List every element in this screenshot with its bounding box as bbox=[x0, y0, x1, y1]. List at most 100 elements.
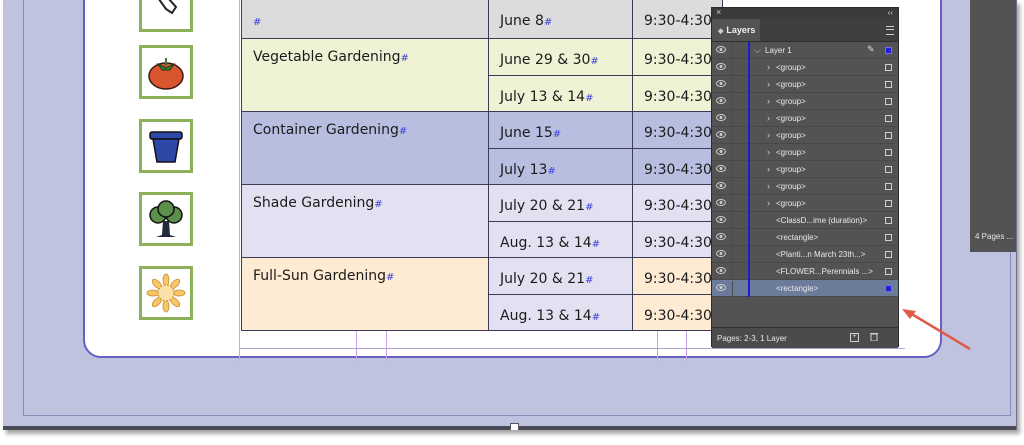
lock-toggle[interactable] bbox=[732, 264, 733, 279]
time-cell[interactable]: 9:30-4:30 bbox=[633, 149, 723, 185]
layer-item[interactable]: <rectangle> bbox=[712, 229, 898, 246]
eye-icon[interactable] bbox=[716, 283, 726, 292]
chevron-down-icon[interactable]: ⌵ bbox=[754, 45, 761, 56]
eye-icon[interactable] bbox=[716, 164, 726, 173]
icon-frame[interactable] bbox=[139, 266, 193, 320]
selection-indicator[interactable] bbox=[885, 115, 892, 122]
date-cell[interactable]: June 15# bbox=[489, 112, 633, 149]
time-cell[interactable]: 9:30-4:30 bbox=[633, 39, 723, 76]
layer-item[interactable]: <ClassD...ime (duration)> bbox=[712, 212, 898, 229]
selection-indicator[interactable] bbox=[885, 81, 892, 88]
selection-indicator[interactable] bbox=[885, 132, 892, 139]
layer-item[interactable]: › <group> bbox=[712, 76, 898, 93]
lock-toggle[interactable] bbox=[732, 145, 733, 160]
eye-icon[interactable] bbox=[716, 113, 726, 122]
layer-item[interactable]: › <group> bbox=[712, 161, 898, 178]
eye-icon[interactable] bbox=[716, 45, 726, 54]
panel-menu-icon[interactable] bbox=[886, 26, 894, 35]
eye-icon[interactable] bbox=[716, 147, 726, 156]
lock-toggle[interactable] bbox=[732, 128, 733, 143]
date-cell[interactable]: Aug. 13 & 14# bbox=[489, 222, 633, 258]
time-cell[interactable]: 9:30-4:30 bbox=[633, 112, 723, 149]
chevron-right-icon[interactable]: › bbox=[767, 79, 770, 89]
chevron-right-icon[interactable]: › bbox=[767, 130, 770, 140]
chevron-right-icon[interactable]: › bbox=[767, 181, 770, 191]
icon-frame[interactable] bbox=[139, 119, 193, 173]
new-layer-icon[interactable]: + bbox=[850, 333, 859, 342]
eye-icon[interactable] bbox=[716, 198, 726, 207]
layer-row[interactable]: ⌵ Layer 1 ✎ bbox=[712, 42, 898, 59]
time-cell[interactable]: 9:30-4:30 bbox=[633, 258, 723, 295]
lock-toggle[interactable] bbox=[732, 111, 733, 126]
lock-toggle[interactable] bbox=[732, 60, 733, 75]
selection-indicator[interactable] bbox=[885, 200, 892, 207]
selection-indicator[interactable] bbox=[885, 268, 892, 275]
lock-toggle[interactable] bbox=[732, 247, 733, 262]
tab-layers[interactable]: ◆ Layers bbox=[712, 19, 760, 41]
layer-item-selected[interactable]: <rectangle> bbox=[712, 280, 898, 297]
layers-panel[interactable]: × ‹‹ ◆ Layers ⌵ Layer 1 ✎ › <group> › <grou… bbox=[711, 7, 899, 348]
layer-item[interactable]: › <group> bbox=[712, 110, 898, 127]
chevron-right-icon[interactable]: › bbox=[767, 198, 770, 208]
date-cell[interactable]: June 8# bbox=[489, 0, 633, 39]
time-cell[interactable]: 9:30-4:30 bbox=[633, 295, 723, 331]
icon-frame[interactable] bbox=[139, 192, 193, 246]
layer-item[interactable]: › <group> bbox=[712, 59, 898, 76]
eye-icon[interactable] bbox=[716, 96, 726, 105]
panel-title-bar[interactable]: × ‹‹ bbox=[712, 7, 898, 19]
chevron-right-icon[interactable]: › bbox=[767, 147, 770, 157]
time-cell[interactable]: 9:30-4:30 bbox=[633, 0, 723, 39]
trash-icon[interactable] bbox=[870, 332, 878, 341]
date-cell[interactable]: July 20 & 21# bbox=[489, 258, 633, 295]
date-cell[interactable]: July 13# bbox=[489, 149, 633, 185]
layer-item[interactable]: › <group> bbox=[712, 195, 898, 212]
collapse-icon[interactable]: ‹‹ bbox=[888, 8, 893, 17]
time-cell[interactable]: 9:30-4:30 bbox=[633, 185, 723, 222]
date-cell[interactable]: July 13 & 14# bbox=[489, 76, 633, 112]
icon-frame[interactable] bbox=[139, 45, 193, 99]
class-name-cell[interactable]: Container Gardening# bbox=[241, 112, 489, 185]
chevron-right-icon[interactable]: › bbox=[767, 62, 770, 72]
pages-panel[interactable]: 4 Pages ... bbox=[970, 0, 1016, 252]
layer-item[interactable]: › <group> bbox=[712, 178, 898, 195]
layer-item[interactable]: › <group> bbox=[712, 93, 898, 110]
time-cell[interactable]: 9:30-4:30 bbox=[633, 76, 723, 112]
selection-indicator[interactable] bbox=[885, 149, 892, 156]
class-name-cell[interactable]: # bbox=[241, 0, 489, 39]
selection-indicator[interactable] bbox=[885, 285, 892, 292]
class-name-cell[interactable]: Vegetable Gardening# bbox=[241, 39, 489, 112]
time-cell[interactable]: 9:30-4:30 bbox=[633, 222, 723, 258]
layer-item[interactable]: <FLOWER...Perennials ...> bbox=[712, 263, 898, 280]
selection-indicator[interactable] bbox=[885, 98, 892, 105]
eye-icon[interactable] bbox=[716, 249, 726, 258]
selection-indicator[interactable] bbox=[885, 183, 892, 190]
date-cell[interactable]: July 20 & 21# bbox=[489, 185, 633, 222]
chevron-right-icon[interactable]: › bbox=[767, 113, 770, 123]
layer-item[interactable]: <Planti...n March 23th...> bbox=[712, 246, 898, 263]
selection-indicator[interactable] bbox=[885, 251, 892, 258]
eye-icon[interactable] bbox=[716, 266, 726, 275]
lock-toggle[interactable] bbox=[732, 213, 733, 228]
close-icon[interactable]: × bbox=[716, 7, 721, 17]
selection-indicator[interactable] bbox=[885, 47, 892, 54]
selection-indicator[interactable] bbox=[885, 64, 892, 71]
lock-toggle[interactable] bbox=[732, 43, 733, 58]
lock-toggle[interactable] bbox=[732, 196, 733, 211]
selection-indicator[interactable] bbox=[885, 217, 892, 224]
class-name-cell[interactable]: Full-Sun Gardening# bbox=[241, 258, 489, 331]
chevron-right-icon[interactable]: › bbox=[767, 96, 770, 106]
chevron-right-icon[interactable]: › bbox=[767, 164, 770, 174]
lock-toggle[interactable] bbox=[732, 94, 733, 109]
lock-toggle[interactable] bbox=[732, 281, 733, 296]
resize-handle[interactable] bbox=[510, 423, 519, 430]
selection-indicator[interactable] bbox=[885, 166, 892, 173]
selection-indicator[interactable] bbox=[885, 234, 892, 241]
lock-toggle[interactable] bbox=[732, 77, 733, 92]
layer-item[interactable]: › <group> bbox=[712, 144, 898, 161]
eye-icon[interactable] bbox=[716, 62, 726, 71]
class-name-cell[interactable]: Shade Gardening# bbox=[241, 185, 489, 258]
icon-frame[interactable] bbox=[139, 0, 193, 32]
lock-toggle[interactable] bbox=[732, 230, 733, 245]
eye-icon[interactable] bbox=[716, 181, 726, 190]
eye-icon[interactable] bbox=[716, 232, 726, 241]
